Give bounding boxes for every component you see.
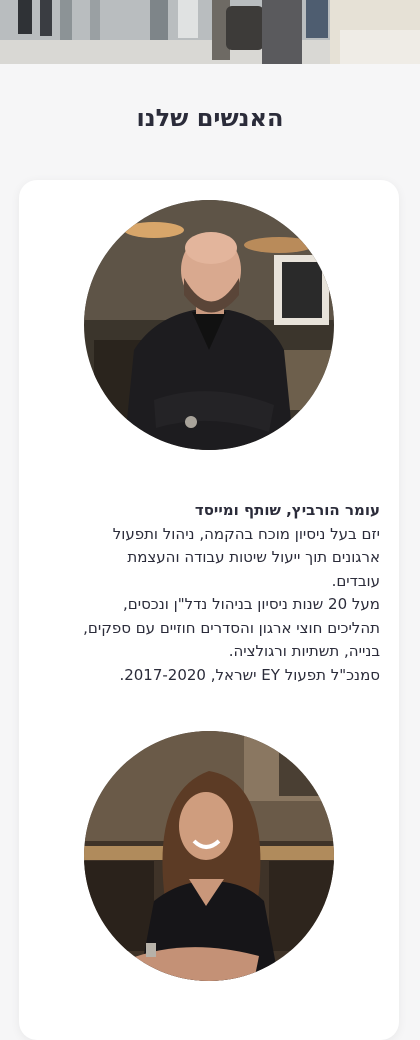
portrait-omer-horowitz — [84, 200, 334, 450]
bio-line: ארגונים תוך ייעול שיטות עבודה והעצמת — [127, 548, 380, 566]
bio-line: יזם בעל ניסיון מוכח בהקמה, ניהול ותפעול — [112, 524, 380, 543]
section-title: האנשים שלנו — [136, 104, 284, 132]
person-bio: עומר הורביץ, שותף ומייסד יזם בעל ניסיון … — [32, 499, 380, 687]
bio-line: בנייה, תשתיות ורגולציה. — [228, 642, 380, 660]
hero-image — [0, 0, 420, 64]
bio-line: תהליכים חוצי ארגון והסדרים חוזיים עם ספק… — [83, 618, 380, 637]
bio-line: עובדים. — [331, 571, 380, 590]
bio-line: סמנכ"ל תפעול EY ישראל, 2017-2020. — [119, 665, 380, 684]
portrait-team-member — [84, 731, 334, 981]
person-name-title: עומר הורביץ, שותף ומייסד — [194, 501, 380, 519]
bio-line: מעל 20 שנות ניסיון בניהול נדל"ן ונכסים, — [123, 595, 380, 613]
